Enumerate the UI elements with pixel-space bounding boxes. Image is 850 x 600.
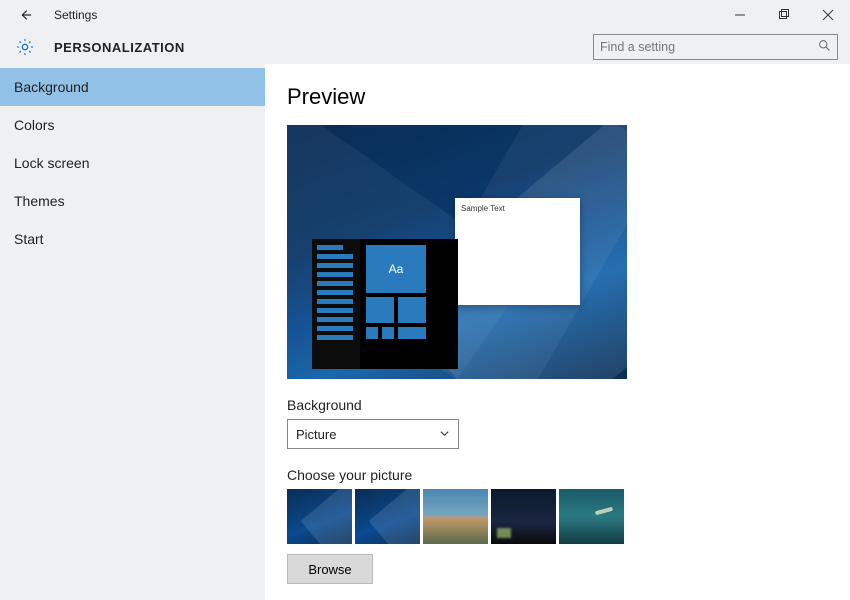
sidebar-item-themes[interactable]: Themes <box>0 182 265 220</box>
titlebar: Settings <box>0 0 850 30</box>
sidebar-item-label: Background <box>14 79 89 95</box>
sidebar-item-label: Colors <box>14 117 54 133</box>
sidebar-item-label: Start <box>14 231 44 247</box>
category-title: PERSONALIZATION <box>40 40 185 55</box>
sidebar-item-background[interactable]: Background <box>0 68 265 106</box>
dropdown-selected: Picture <box>296 427 336 442</box>
thumbnail-2[interactable] <box>355 489 420 544</box>
thumbnail-1[interactable] <box>287 489 352 544</box>
window-title: Settings <box>40 8 97 22</box>
search-input[interactable] <box>600 40 818 54</box>
background-label: Background <box>287 397 850 413</box>
maximize-button[interactable] <box>762 0 806 30</box>
search-box[interactable] <box>593 34 838 60</box>
search-icon <box>818 39 831 55</box>
browse-button[interactable]: Browse <box>287 554 373 584</box>
gear-icon <box>10 37 40 57</box>
preview-sample-text: Sample Text <box>455 198 580 219</box>
close-button[interactable] <box>806 0 850 30</box>
chevron-down-icon <box>439 427 450 442</box>
preview-heading: Preview <box>287 84 850 110</box>
sidebar-item-label: Lock screen <box>14 155 89 171</box>
thumbnail-5[interactable] <box>559 489 624 544</box>
thumbnail-3[interactable] <box>423 489 488 544</box>
preview-start-menu: Aa <box>312 239 458 369</box>
sidebar: Background Colors Lock screen Themes Sta… <box>0 64 265 600</box>
picture-thumbnails <box>287 489 850 544</box>
background-dropdown[interactable]: Picture <box>287 419 459 449</box>
preview-tile-aa: Aa <box>366 245 426 293</box>
back-button[interactable] <box>10 8 40 22</box>
sidebar-item-lock-screen[interactable]: Lock screen <box>0 144 265 182</box>
window-controls <box>718 0 850 30</box>
sidebar-item-start[interactable]: Start <box>0 220 265 258</box>
sidebar-item-label: Themes <box>14 193 65 209</box>
browse-button-label: Browse <box>308 562 351 577</box>
preview-sample-window: Sample Text <box>455 198 580 305</box>
minimize-button[interactable] <box>718 0 762 30</box>
content-area: Preview Sample Text Aa <box>265 64 850 600</box>
background-preview: Sample Text Aa <box>287 125 627 379</box>
sidebar-item-colors[interactable]: Colors <box>0 106 265 144</box>
thumbnail-4[interactable] <box>491 489 556 544</box>
choose-picture-label: Choose your picture <box>287 467 850 483</box>
subheader: PERSONALIZATION <box>0 30 850 64</box>
